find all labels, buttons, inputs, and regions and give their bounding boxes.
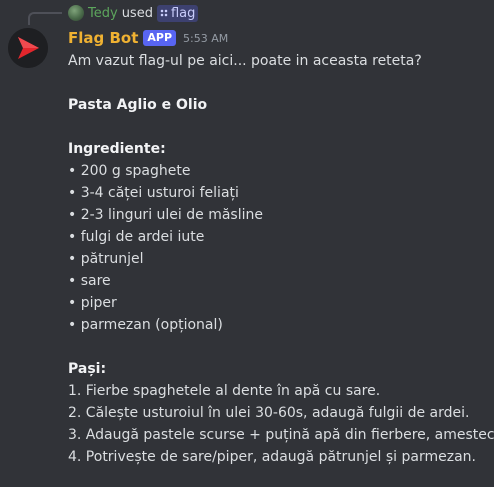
list-item: • 200 g spaghete	[68, 163, 191, 179]
bot-avatar[interactable]	[8, 28, 48, 68]
interaction-verb: used	[121, 5, 153, 21]
list-item: • fulgi de ardei iute	[68, 229, 205, 245]
step-item: 1. Fierbe spaghetele al dente în apă cu …	[68, 383, 381, 399]
list-item: • sare	[68, 273, 111, 289]
list-item: • pătrunjel	[68, 251, 144, 267]
steps-heading: Pași:	[68, 361, 107, 377]
app-badge: APP	[143, 30, 177, 46]
interaction-username[interactable]: Tedy	[88, 6, 118, 21]
red-play-triangle-icon	[8, 28, 48, 68]
list-item: • 3-4 căței usturoi feliați	[68, 185, 239, 201]
slash-command-name: flag	[170, 5, 196, 21]
message-timestamp[interactable]: 5:53 AM	[183, 32, 228, 45]
list-item: • parmezan (opțional)	[68, 317, 223, 333]
interaction-header[interactable]: Tedy used flag	[68, 4, 199, 22]
list-item: • piper	[68, 295, 117, 311]
slash-command-icon	[159, 9, 168, 17]
step-item: 2. Călește usturoiul în ulei 30-60s, ada…	[68, 405, 470, 421]
message-intro: Am vazut flag-ul pe aici... poate in ace…	[68, 53, 422, 69]
ingredients-heading: Ingrediente:	[68, 141, 166, 157]
chat-message: Tedy used flag Flag Bot APP 5:53 AM Am v…	[0, 0, 494, 487]
message-header: Flag Bot APP 5:53 AM	[68, 28, 228, 48]
slash-command-chip[interactable]: flag	[156, 4, 199, 22]
recipe-title: Pasta Aglio e Olio	[68, 97, 208, 113]
bot-username[interactable]: Flag Bot	[68, 29, 138, 47]
step-item: 3. Adaugă pastele scurse + puțină apă di…	[68, 427, 494, 443]
step-item: 4. Potrivește de sare/piper, adaugă pătr…	[68, 449, 476, 465]
message-content: Am vazut flag-ul pe aici... poate in ace…	[68, 50, 494, 468]
reply-spine	[28, 12, 62, 25]
user-avatar-small[interactable]	[68, 5, 84, 21]
list-item: • 2-3 linguri ulei de măsline	[68, 207, 263, 223]
